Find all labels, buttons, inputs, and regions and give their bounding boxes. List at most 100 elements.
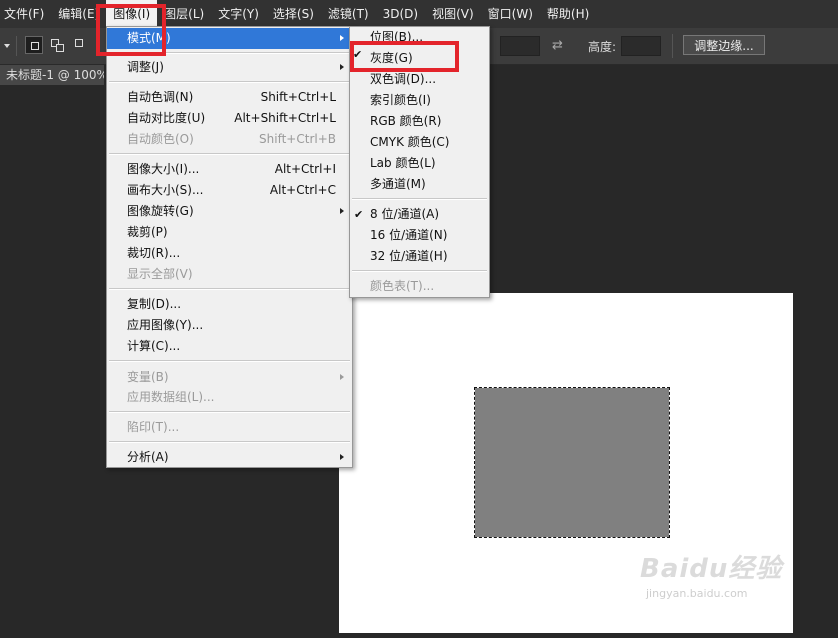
menu-item-auto-contrast[interactable]: 自动对比度(U) Alt+Shift+Ctrl+L: [107, 108, 352, 129]
checkmark-icon: ✔: [354, 208, 364, 221]
menu-item-label: 显示全部(V): [127, 267, 193, 281]
menu-item-apply-image[interactable]: 应用图像(Y)...: [107, 315, 352, 336]
options-divider: [16, 36, 17, 56]
menu-item-label: 自动颜色(O): [127, 132, 194, 146]
menu-item-label: 分析(A): [127, 450, 169, 464]
menu-separator: [109, 153, 350, 155]
mode-item-indexed-color[interactable]: 索引颜色(I): [350, 90, 489, 111]
menu-item-auto-tone[interactable]: 自动色调(N) Shift+Ctrl+L: [107, 87, 352, 108]
menu-select[interactable]: 选择(S): [266, 0, 321, 28]
menu-item-canvas-size[interactable]: 画布大小(S)... Alt+Ctrl+C: [107, 180, 352, 201]
submenu-separator: [352, 198, 487, 200]
menu-item-label: 图像大小(I)...: [127, 162, 200, 176]
swap-arrows-icon[interactable]: ⇄: [552, 38, 563, 53]
menu-item-image-size[interactable]: 图像大小(I)... Alt+Ctrl+I: [107, 159, 352, 180]
height-label: 高度:: [588, 40, 617, 54]
menu-item-label: 画布大小(S)...: [127, 183, 204, 197]
submenu-separator: [352, 270, 487, 272]
mode-item-cmyk-color[interactable]: CMYK 颜色(C): [350, 132, 489, 153]
submenu-item-label: RGB 颜色(R): [370, 114, 442, 128]
document-tab[interactable]: 未标题-1 @ 100%: [0, 65, 104, 85]
mode-item-32-bit[interactable]: 32 位/通道(H): [350, 246, 489, 267]
menu-item-label: 自动对比度(U): [127, 111, 206, 125]
menu-separator: [109, 411, 350, 413]
height-field[interactable]: [621, 36, 661, 56]
gray-selection-rectangle[interactable]: [474, 387, 670, 538]
menu-separator: [109, 288, 350, 290]
watermark-url: jingyan.baidu.com: [646, 587, 748, 600]
menu-type[interactable]: 文字(Y): [211, 0, 266, 28]
new-selection-button[interactable]: [25, 36, 43, 54]
mode-item-16-bit[interactable]: 16 位/通道(N): [350, 225, 489, 246]
menu-filter[interactable]: 滤镜(T): [321, 0, 376, 28]
watermark-brand: Baidu经验: [640, 554, 783, 584]
menu-item-label: 应用图像(Y)...: [127, 318, 204, 332]
mode-item-rgb-color[interactable]: RGB 颜色(R): [350, 111, 489, 132]
menu-item-shortcut: Shift+Ctrl+B: [259, 132, 336, 146]
menu-item-trim[interactable]: 裁切(R)...: [107, 243, 352, 264]
add-to-selection-button[interactable]: [48, 36, 66, 54]
menu-item-trap: 陷印(T)...: [107, 417, 352, 438]
baidu-watermark: Baidu经验 jingyan.baidu.com: [640, 548, 782, 600]
menu-help[interactable]: 帮助(H): [540, 0, 596, 28]
tool-preset-caret-icon[interactable]: [4, 44, 10, 48]
menu-item-shortcut: Alt+Ctrl+C: [269, 183, 336, 197]
mode-item-duotone[interactable]: 双色调(D)...: [350, 69, 489, 90]
menu-item-label: 计算(C)...: [127, 339, 181, 353]
submenu-arrow-icon: [340, 454, 344, 460]
menu-item-image-rotation[interactable]: 图像旋转(G): [107, 201, 352, 222]
menu-item-shortcut: Alt+Ctrl+I: [274, 162, 336, 176]
menu-item-crop[interactable]: 裁剪(P): [107, 222, 352, 243]
options-divider-2: [672, 34, 673, 58]
image-menu-dropdown: 模式(M) 调整(J) 自动色调(N) Shift+Ctrl+L 自动对比度(U)…: [106, 26, 353, 468]
submenu-arrow-icon: [340, 64, 344, 70]
add-selection-icon-overlay: [56, 44, 64, 52]
submenu-item-label: 颜色表(T)...: [370, 279, 435, 293]
submenu-arrow-icon: [340, 35, 344, 41]
submenu-item-label: 8 位/通道(A): [370, 207, 440, 221]
submenu-item-label: 双色调(D)...: [370, 72, 437, 86]
menu-item-label: 变量(B): [127, 370, 169, 384]
menu-item-adjustments[interactable]: 调整(J): [107, 57, 352, 78]
menu-item-label: 陷印(T)...: [127, 420, 180, 434]
submenu-item-label: CMYK 颜色(C): [370, 135, 450, 149]
annotation-box-image-mode: [96, 4, 166, 56]
menu-item-reveal-all: 显示全部(V): [107, 264, 352, 285]
menu-item-shortcut: Alt+Shift+Ctrl+L: [234, 111, 336, 125]
submenu-arrow-icon: [340, 208, 344, 214]
mode-item-8-bit[interactable]: ✔ 8 位/通道(A): [350, 204, 489, 225]
menu-item-label: 图像旋转(G): [127, 204, 194, 218]
subtract-from-selection-button[interactable]: [72, 36, 90, 54]
submenu-item-label: 16 位/通道(N): [370, 228, 448, 242]
menu-item-label: 复制(D)...: [127, 297, 182, 311]
menu-item-auto-color: 自动颜色(O) Shift+Ctrl+B: [107, 129, 352, 150]
menu-item-apply-data-set: 应用数据组(L)...: [107, 387, 352, 408]
menu-separator: [109, 441, 350, 443]
mode-item-color-table: 颜色表(T)...: [350, 276, 489, 297]
submenu-item-label: Lab 颜色(L): [370, 156, 436, 170]
subtract-selection-icon: [75, 39, 83, 47]
new-selection-icon: [31, 42, 39, 50]
menu-separator: [109, 360, 350, 362]
menu-item-label: 调整(J): [127, 60, 164, 74]
menu-file[interactable]: 文件(F): [0, 0, 51, 28]
menu-item-variables: 变量(B): [107, 367, 352, 388]
menu-view[interactable]: 视图(V): [425, 0, 481, 28]
menu-item-label: 应用数据组(L)...: [127, 390, 215, 404]
menu-item-shortcut: Shift+Ctrl+L: [260, 90, 336, 104]
menu-window[interactable]: 窗口(W): [481, 0, 540, 28]
menu-item-analysis[interactable]: 分析(A): [107, 447, 352, 468]
width-field[interactable]: [500, 36, 540, 56]
submenu-arrow-icon: [340, 374, 344, 380]
menu-item-duplicate[interactable]: 复制(D)...: [107, 294, 352, 315]
menu-3d[interactable]: 3D(D): [376, 0, 425, 28]
menu-item-calculations[interactable]: 计算(C)...: [107, 336, 352, 357]
submenu-item-label: 索引颜色(I): [370, 93, 431, 107]
refine-edge-button[interactable]: 调整边缘...: [683, 35, 765, 55]
menu-item-label: 裁切(R)...: [127, 246, 181, 260]
submenu-item-label: 32 位/通道(H): [370, 249, 448, 263]
mode-item-multichannel[interactable]: 多通道(M): [350, 174, 489, 195]
menu-item-label: 裁剪(P): [127, 225, 168, 239]
mode-item-lab-color[interactable]: Lab 颜色(L): [350, 153, 489, 174]
menu-separator: [109, 81, 350, 83]
